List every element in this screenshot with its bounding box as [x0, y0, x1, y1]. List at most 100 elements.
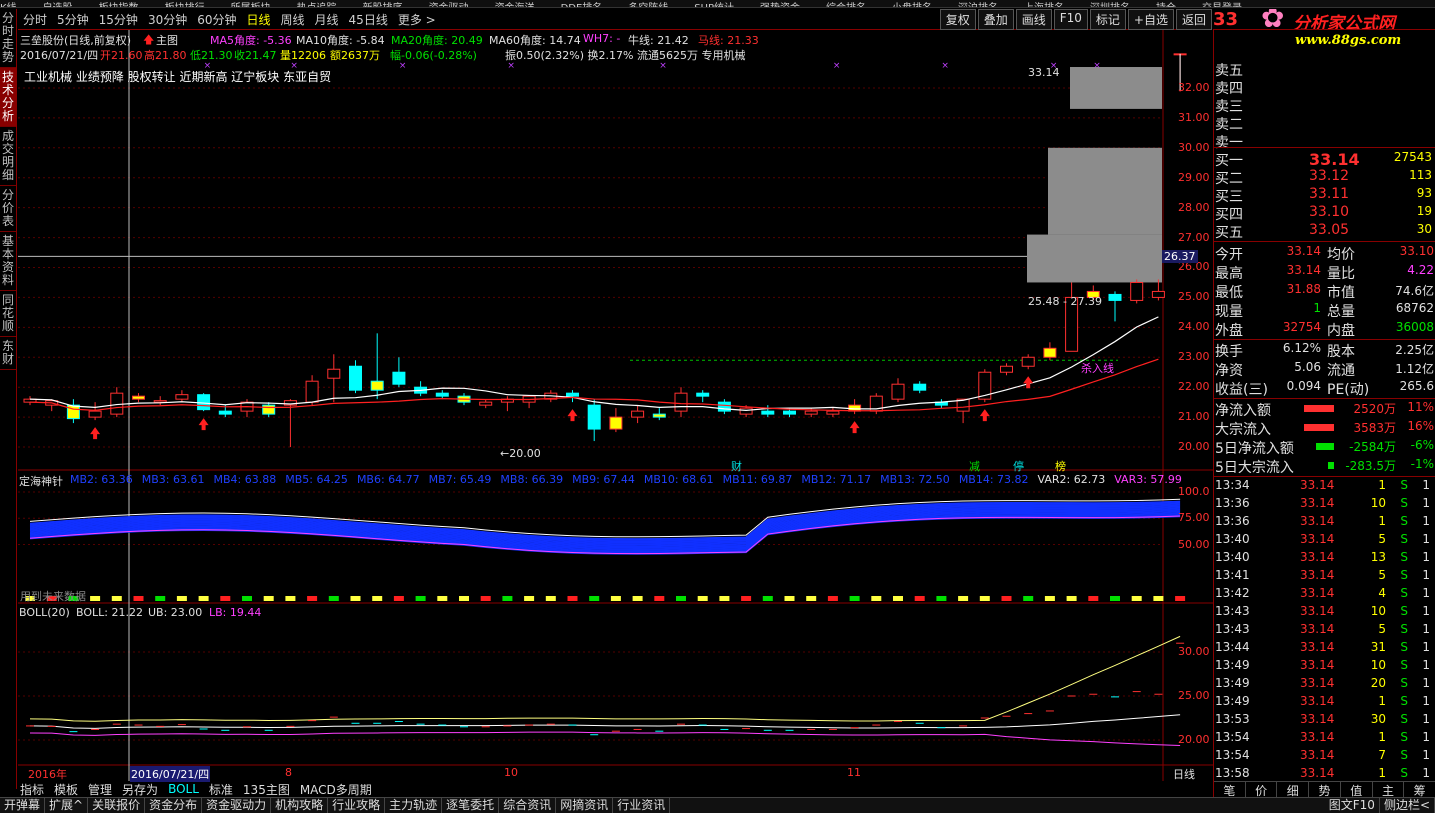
- bottom-bar-item[interactable]: 关联报价: [88, 798, 146, 813]
- tick-count: 1: [1422, 676, 1430, 690]
- left-tab[interactable]: 分价表: [0, 186, 16, 232]
- top-menu-item[interactable]: SUP统计: [694, 4, 734, 8]
- top-menu-item[interactable]: 资金驱动: [429, 4, 469, 8]
- bottom-bar-item[interactable]: 行业攻略: [328, 798, 386, 813]
- indicator-tab[interactable]: 指标: [18, 781, 46, 798]
- bottom-bar-item[interactable]: 机构攻略: [271, 798, 329, 813]
- tick-volume: 5: [1378, 622, 1386, 636]
- bottom-bar-item[interactable]: 开弹幕: [0, 798, 46, 813]
- candle: [826, 410, 840, 415]
- timeframe-tab[interactable]: 60分钟: [197, 11, 236, 28]
- left-tab[interactable]: 成交明细: [0, 127, 16, 186]
- candle: [66, 404, 80, 420]
- quote-bottom-tab[interactable]: 势: [1309, 782, 1341, 798]
- indicator-tab[interactable]: 管理: [86, 781, 114, 798]
- timeframe-tab[interactable]: 45日线: [349, 11, 388, 28]
- indicator-tab[interactable]: MACD多周期: [298, 781, 374, 798]
- quote-bottom-tab[interactable]: 值: [1341, 782, 1373, 798]
- toolbar-button[interactable]: 叠加: [977, 9, 1014, 30]
- bottom-bar-item[interactable]: 扩展^: [45, 798, 89, 813]
- bottom-bar-item[interactable]: 行业资讯: [613, 798, 671, 813]
- toolbar-button[interactable]: 标记: [1089, 9, 1126, 30]
- bid-volume: 113: [1409, 168, 1432, 182]
- indicator-tab[interactable]: BOLL: [166, 782, 201, 796]
- left-tab[interactable]: 基本资料: [0, 232, 16, 291]
- timeframe-tab[interactable]: 分时: [23, 11, 47, 28]
- timeframe-tab[interactable]: 30分钟: [148, 11, 187, 28]
- bottom-bar-item[interactable]: 资金分布: [145, 798, 203, 813]
- tick-volume: 31: [1370, 640, 1386, 654]
- timeframe-tab[interactable]: 月线: [315, 11, 339, 28]
- indicator-tab[interactable]: 135主图: [241, 781, 292, 798]
- stat-value: 74.6亿: [1395, 284, 1434, 298]
- quote-bottom-tab[interactable]: 价: [1246, 782, 1278, 798]
- tick-row: 13:54 33.14 7 S 1: [1214, 748, 1435, 767]
- bottom-right-item[interactable]: 图文F10: [1325, 798, 1380, 813]
- left-tab[interactable]: 分时走势: [0, 9, 16, 68]
- tick-row: 13:41 33.14 5 S 1: [1214, 568, 1435, 587]
- stat-value: 31.88: [1286, 282, 1321, 296]
- tick-time: 13:36: [1215, 514, 1250, 528]
- tick-side: S: [1400, 604, 1408, 618]
- quote-bottom-tab[interactable]: 主: [1373, 782, 1405, 798]
- bottom-bar-item[interactable]: 资金驱动力: [202, 798, 272, 813]
- tick-price: 33.14: [1300, 586, 1335, 600]
- left-tab[interactable]: 同花顺: [0, 291, 16, 337]
- tick-volume: 1: [1378, 478, 1386, 492]
- quote-bottom-tab[interactable]: 笔: [1214, 782, 1246, 798]
- svg-text:×: ×: [399, 61, 407, 71]
- tick-volume: 10: [1370, 658, 1386, 672]
- timeframe-tab[interactable]: 更多 >: [398, 11, 436, 28]
- top-menu-item[interactable]: DDE排名: [561, 4, 603, 8]
- bid-price: 33.10: [1309, 204, 1350, 220]
- top-menu-item[interactable]: 热点追踪: [297, 4, 337, 8]
- fund-label: 股本: [1327, 344, 1355, 360]
- tick-price: 33.14: [1300, 478, 1335, 492]
- bottom-bar-item[interactable]: 网摘资讯: [556, 798, 614, 813]
- bottom-bar-item[interactable]: 综合资讯: [499, 798, 557, 813]
- flow-value: 2520万: [1353, 402, 1396, 416]
- top-menu-item[interactable]: 新股排序: [363, 4, 403, 8]
- top-menu-item[interactable]: 持仓: [1156, 4, 1176, 8]
- timeframe-tab[interactable]: 15分钟: [99, 11, 138, 28]
- flow-value: 3583万: [1353, 421, 1396, 435]
- tick-volume: 10: [1370, 496, 1386, 510]
- toolbar-button[interactable]: 返回: [1175, 9, 1212, 30]
- bottom-right-item[interactable]: 侧边栏<: [1380, 798, 1435, 813]
- top-menu-item[interactable]: 所属板块: [231, 4, 271, 8]
- top-menu-item[interactable]: 强势资金: [760, 4, 800, 8]
- timeframe-tab[interactable]: 周线: [281, 11, 305, 28]
- toolbar-button[interactable]: F10: [1053, 9, 1088, 30]
- bottom-bar-item[interactable]: 主力轨迹: [385, 798, 443, 813]
- chart-area[interactable]: × × × × × × × × ×: [18, 30, 1213, 781]
- toolbar-button[interactable]: +自选: [1127, 9, 1174, 30]
- left-tab[interactable]: 东财: [0, 337, 16, 370]
- top-menu-item[interactable]: 多空阵线: [628, 4, 668, 8]
- top-menu-item[interactable]: 板块排行: [165, 4, 205, 8]
- indicator-tab[interactable]: 标准: [207, 781, 235, 798]
- indicator-tab[interactable]: 另存为: [120, 781, 160, 798]
- bottom-bar-item[interactable]: 逐笔委托: [442, 798, 500, 813]
- top-menu-item[interactable]: 上海排名: [1024, 4, 1064, 8]
- timeframe-tab[interactable]: 5分钟: [57, 11, 89, 28]
- quote-bottom-tab[interactable]: 筹: [1404, 782, 1435, 798]
- left-tab[interactable]: 技术分析: [0, 68, 16, 127]
- top-menu-item[interactable]: 交易登录: [1202, 4, 1242, 8]
- stat-value: 33.14: [1286, 263, 1321, 277]
- indicator-tab[interactable]: 模板: [52, 781, 80, 798]
- top-menu-item[interactable]: 小盘排名: [892, 4, 932, 8]
- tick-count: 1: [1422, 730, 1430, 744]
- top-menu-item[interactable]: 板块指数: [99, 4, 139, 8]
- ask-label: 卖五: [1215, 63, 1243, 79]
- toolbar-button[interactable]: 画线: [1015, 9, 1052, 30]
- top-menu-item[interactable]: 深圳排名: [1090, 4, 1130, 8]
- top-menu-item[interactable]: 深沪排名: [958, 4, 998, 8]
- timeframe-tab[interactable]: 日线: [247, 11, 271, 28]
- top-menu-item[interactable]: K线: [0, 4, 17, 8]
- top-menu-item[interactable]: 资金海洋: [495, 4, 535, 8]
- top-menu-item[interactable]: 自选股: [43, 4, 73, 8]
- toolbar-button[interactable]: 复权: [939, 9, 976, 30]
- candle: [652, 413, 666, 418]
- quote-bottom-tab[interactable]: 细: [1277, 782, 1310, 798]
- top-menu-item[interactable]: 综合排名: [826, 4, 866, 8]
